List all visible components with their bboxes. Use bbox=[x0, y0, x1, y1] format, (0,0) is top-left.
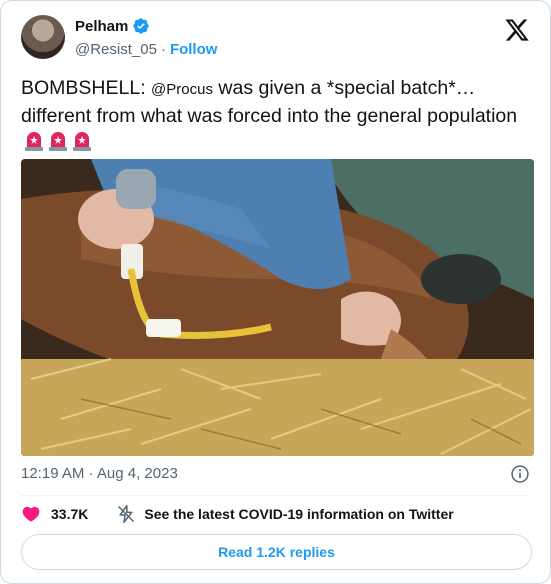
info-icon[interactable] bbox=[510, 464, 530, 484]
tweet-timestamp[interactable]: 12:19 AM · Aug 4, 2023 bbox=[21, 465, 178, 482]
mention-link[interactable]: @Procus bbox=[151, 81, 213, 98]
like-button[interactable]: 33.7K bbox=[21, 504, 88, 524]
verified-badge-icon bbox=[133, 18, 150, 34]
tweet-text-before: BOMBSHELL: bbox=[21, 77, 152, 99]
read-replies-button[interactable]: Read 1.2K replies bbox=[21, 534, 532, 570]
siren-icon bbox=[73, 132, 91, 151]
action-bar: 33.7K See the latest COVID-19 informatio… bbox=[21, 504, 454, 524]
divider bbox=[21, 495, 530, 496]
siren-icon bbox=[25, 132, 43, 151]
siren-icon bbox=[49, 132, 67, 151]
follow-button[interactable]: Follow bbox=[170, 41, 218, 58]
author-name[interactable]: Pelham bbox=[75, 18, 128, 35]
separator-dot: · bbox=[160, 41, 166, 58]
tweet-photo[interactable] bbox=[21, 159, 534, 456]
tweet-card: Pelham @Resist_05 · Follow BOMBSHELL: @P… bbox=[0, 0, 551, 584]
author-handle-row: @Resist_05 · Follow bbox=[75, 41, 217, 58]
tweet-text: BOMBSHELL: @Procus was given a *special … bbox=[21, 75, 531, 155]
avatar[interactable] bbox=[21, 15, 65, 59]
covid-info-link[interactable]: See the latest COVID-19 information on T… bbox=[116, 504, 454, 524]
lightning-icon bbox=[118, 504, 135, 524]
heart-icon bbox=[22, 506, 40, 522]
covid-info-label: See the latest COVID-19 information on T… bbox=[144, 506, 454, 522]
author-name-row: Pelham bbox=[75, 17, 150, 35]
author-handle[interactable]: @Resist_05 bbox=[75, 41, 157, 58]
tweet-photo-illustration bbox=[21, 159, 534, 456]
x-logo-icon[interactable] bbox=[504, 17, 530, 43]
like-count: 33.7K bbox=[51, 506, 89, 522]
